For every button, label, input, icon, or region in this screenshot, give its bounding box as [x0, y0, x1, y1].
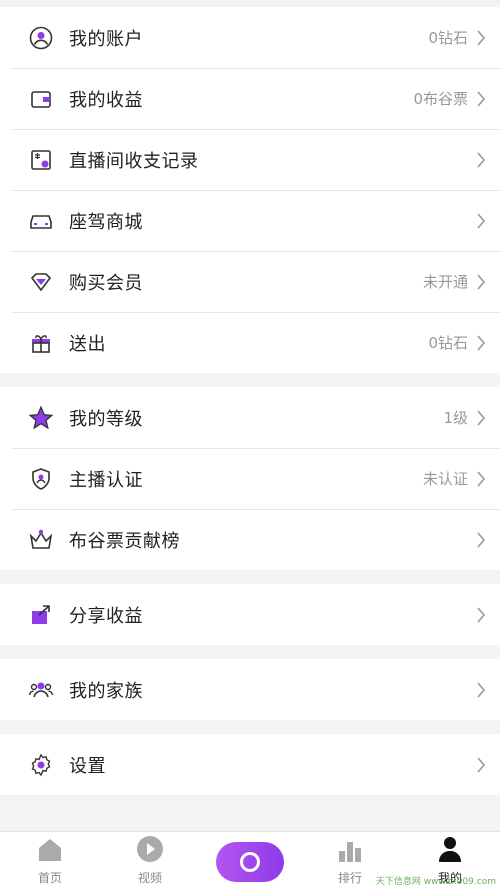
section-gap	[0, 720, 500, 734]
tab-live[interactable]	[200, 832, 300, 889]
chevron-right-icon	[476, 531, 488, 549]
menu-item-label: 我的家族	[69, 680, 143, 702]
chevron-right-icon	[476, 409, 488, 427]
group-share: 分享收益	[0, 584, 500, 645]
top-strip	[0, 0, 500, 7]
star-icon	[28, 405, 54, 431]
watermark-logo: 天下信息网 www.tx009.com	[375, 877, 496, 887]
menu-item-my-family[interactable]: 我的家族	[0, 659, 500, 720]
tab-label: 首页	[37, 871, 62, 885]
menu-item-value: 1级	[443, 409, 468, 427]
gear-icon	[28, 752, 54, 778]
group-settings: 设置	[0, 734, 500, 795]
menu-item-car-shop[interactable]: 座驾商城	[0, 190, 500, 251]
menu-item-label: 我的收益	[69, 89, 143, 111]
ledger-icon	[28, 147, 54, 173]
menu-item-buy-vip[interactable]: 购买会员 未开通	[0, 251, 500, 312]
chevron-right-icon	[476, 756, 488, 774]
crown-icon	[28, 527, 54, 553]
menu-item-value: 0钻石	[428, 29, 468, 47]
share-icon	[28, 602, 54, 628]
chevron-right-icon	[476, 606, 488, 624]
menu-item-settings[interactable]: 设置	[0, 734, 500, 795]
chevron-right-icon	[476, 681, 488, 699]
menu-item-live-records[interactable]: 直播间收支记录	[0, 129, 500, 190]
home-icon	[36, 837, 64, 867]
profile-icon	[437, 835, 463, 867]
bottom-tab-bar: 首页 视频 排行 我的 天下信息网 www.tx009.com	[0, 831, 500, 889]
menu-item-label: 主播认证	[69, 469, 143, 491]
menu-item-my-account[interactable]: 我的账户 0钻石	[0, 7, 500, 68]
gift-icon	[28, 330, 54, 356]
section-gap	[0, 645, 500, 659]
menu-item-contribution-rank[interactable]: 布谷票贡献榜	[0, 509, 500, 570]
menu-item-label: 我的账户	[69, 28, 143, 50]
menu-item-label: 布谷票贡献榜	[69, 530, 180, 552]
menu-item-label: 送出	[69, 333, 106, 355]
menu-item-sent[interactable]: 送出 0钻石	[0, 312, 500, 373]
tab-video[interactable]: 视频	[100, 832, 200, 889]
live-record-icon[interactable]	[216, 842, 284, 882]
tab-label: 视频	[137, 871, 162, 885]
section-gap	[0, 373, 500, 387]
chevron-right-icon	[476, 90, 488, 108]
chevron-right-icon	[476, 273, 488, 291]
shield-user-icon	[28, 466, 54, 492]
chevron-right-icon	[476, 29, 488, 47]
chevron-right-icon	[476, 334, 488, 352]
menu-item-my-level[interactable]: 我的等级 1级	[0, 387, 500, 448]
menu-item-share-income[interactable]: 分享收益	[0, 584, 500, 645]
menu-item-value: 未认证	[422, 470, 468, 488]
menu-item-anchor-verify[interactable]: 主播认证 未认证	[0, 448, 500, 509]
chevron-right-icon	[476, 470, 488, 488]
group-account: 我的账户 0钻石 我的收益 0布谷票 直播间收支记录 座驾商城 购买会员 未开通	[0, 7, 500, 373]
menu-item-label: 直播间收支记录	[69, 150, 199, 172]
menu-item-label: 购买会员	[69, 272, 143, 294]
ranking-icon	[337, 839, 363, 867]
menu-item-value: 0布谷票	[413, 90, 468, 108]
menu-item-value: 0钻石	[428, 334, 468, 352]
menu-item-label: 我的等级	[69, 408, 143, 430]
tab-label: 排行	[337, 871, 362, 885]
group-family: 我的家族	[0, 659, 500, 720]
play-icon	[136, 835, 164, 867]
car-icon	[28, 208, 54, 234]
diamond-icon	[28, 269, 54, 295]
menu-item-my-income[interactable]: 我的收益 0布谷票	[0, 68, 500, 129]
menu-item-label: 设置	[69, 755, 106, 777]
menu-item-label: 座驾商城	[69, 211, 143, 233]
chevron-right-icon	[476, 212, 488, 230]
user-circle-icon	[28, 25, 54, 51]
wallet-icon	[28, 86, 54, 112]
tab-home[interactable]: 首页	[0, 832, 100, 889]
group-level: 我的等级 1级 主播认证 未认证 布谷票贡献榜	[0, 387, 500, 570]
chevron-right-icon	[476, 151, 488, 169]
menu-item-label: 分享收益	[69, 605, 143, 627]
section-gap	[0, 570, 500, 584]
menu-item-value: 未开通	[422, 273, 468, 291]
family-icon	[28, 677, 54, 703]
